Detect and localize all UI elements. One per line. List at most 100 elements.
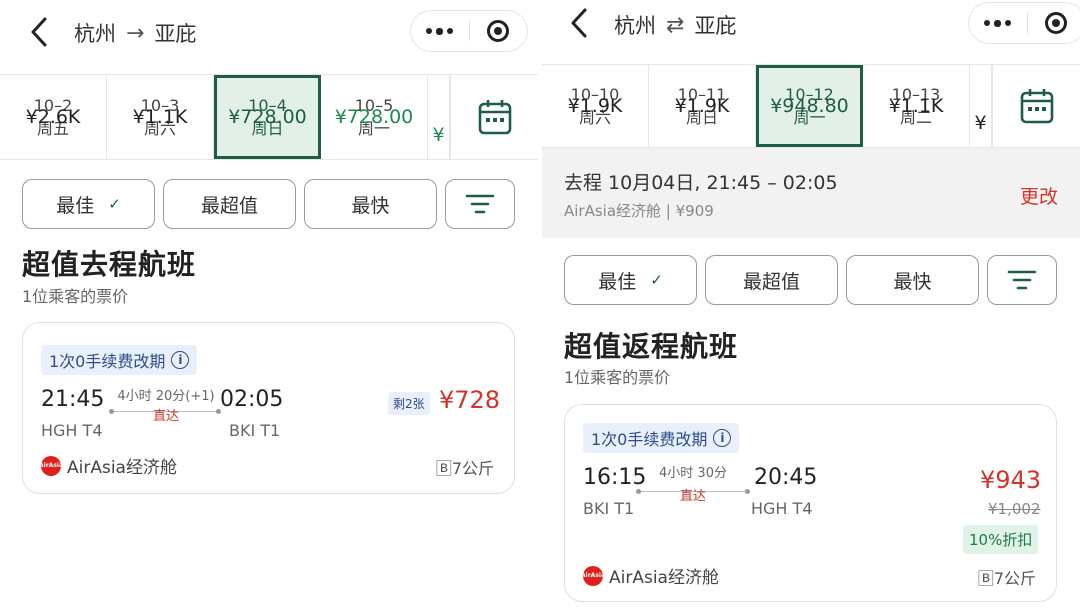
date-price: ¥1.1K [888,94,944,117]
sort-value-button[interactable]: 最超值 [163,179,296,229]
target-icon [487,20,510,42]
flight-price: ¥943 [980,466,1042,494]
round-trip-icon: ⇄ [666,12,685,38]
sort-fastest-label: 最快 [893,270,932,293]
calendar-button[interactable] [450,75,538,159]
flight-duration: 4小时 30分 [659,466,727,481]
date-cell[interactable]: 10–10 周六 ¥1.9K [542,65,649,147]
nav-header: 杭州 → 亚庇 [0,0,538,64]
sort-best-button[interactable]: 最佳 ✓ [564,255,697,305]
filter-button[interactable] [987,255,1057,305]
sort-value-button[interactable]: 最超值 [705,255,838,305]
date-cell[interactable]: 10–5 周一 ¥728.00 [321,75,428,159]
outbound-summary: 去程 10月04日, 21:45 – 02:05 AirAsia经济舱 | ¥9… [542,148,1080,238]
route-title: 杭州 ⇄ 亚庇 [614,10,736,40]
depart-airport: BKI T1 [583,499,635,518]
filter-button[interactable] [445,179,515,229]
direct-label: 直达 [152,409,179,424]
flight-duration: 4小时 20分(+1) [117,389,215,404]
more-dots-icon[interactable] [969,19,1027,27]
more-dots-icon[interactable] [411,27,469,35]
route-title: 杭州 → 亚庇 [74,18,196,48]
check-icon: ✓ [108,195,121,213]
sort-value-label: 最超值 [742,270,800,293]
outbound-screen: 杭州 → 亚庇 10–2 周五 ¥2.6K 10–3 周六 ¥1.1K 10–4… [0,0,538,610]
date-price: ¥728.00 [228,105,307,128]
sort-best-label: 最佳 [56,194,95,217]
date-price: ¥1.1K [132,105,188,128]
mini-program-capsule [968,2,1080,44]
back-button[interactable] [24,15,54,49]
chevron-left-icon [31,17,47,47]
baggage-allowance: 🄱7公斤 [435,459,494,478]
date-cell[interactable]: 10–13 周二 ¥1.1K [863,65,970,147]
return-screen: 杭州 ⇄ 亚庇 10–10 周六 ¥1.9K 10–11 周日 ¥1.9K 10… [542,0,1080,610]
page-subheading: 1位乘客的票价 [22,287,129,306]
direct-label: 直达 [679,489,706,504]
baggage-allowance: 🄱7公斤 [977,569,1036,588]
original-price: ¥1,002 [988,500,1041,518]
chevron-left-icon [571,8,587,38]
date-cell[interactable]: 10–2 周五 ¥2.6K [0,75,107,159]
airline-cabin: AirAsia经济舱 [609,568,719,588]
date-price: ¥948.80 [770,94,849,117]
close-target-button[interactable] [1027,12,1080,34]
date-strip: 10–10 周六 ¥1.9K 10–11 周日 ¥1.9K 10–12 周一 ¥… [542,64,1080,148]
date-cell-selected[interactable]: 10–12 周一 ¥948.80 [756,65,863,147]
mini-program-capsule [410,10,528,52]
reschedule-badge: 1次0手续费改期 i [583,423,740,453]
airasia-logo: AirAsia [581,565,605,586]
arrow-right-icon: → [126,20,145,46]
arrive-time: 02:05 [220,387,284,412]
badge-label: 1次0手续费改期 [591,430,708,449]
origin-city: 杭州 [74,22,116,46]
page-heading: 超值返程航班 [564,330,739,363]
outbound-summary-title: 去程 10月04日, 21:45 – 02:05 [564,172,838,194]
sort-fastest-button[interactable]: 最快 [846,255,979,305]
arrive-time: 20:45 [754,465,818,490]
airline-cabin: AirAsia经济舱 [67,458,177,478]
depart-time: 21:45 [41,387,105,412]
date-price: ¥1.9K [567,94,623,117]
date-price: ¥728.00 [334,105,414,128]
date-price: ¥ [974,112,987,134]
sort-value-label: 最超值 [200,194,258,217]
depart-time: 16:15 [583,465,647,490]
date-price: ¥2.6K [25,105,81,128]
date-cell-partial[interactable]: ¥ [970,65,992,147]
sort-fastest-button[interactable]: 最快 [304,179,437,229]
nav-header: 杭州 ⇄ 亚庇 [542,0,1080,64]
date-cell-partial[interactable]: ¥ [428,75,450,159]
flight-card[interactable]: 1次0手续费改期 i 21:45 HGH T4 4小时 20分(+1) 直达 0… [22,322,515,494]
airline-info: AirAsia AirAsia经济舱 [581,563,719,588]
page-subheading: 1位乘客的票价 [564,368,671,387]
arrive-airport: HGH T4 [751,499,813,518]
airasia-logo: AirAsia [39,455,63,476]
date-cell[interactable]: 10–11 周日 ¥1.9K [649,65,756,147]
date-price: ¥ [432,124,445,146]
badge-label: 1次0手续费改期 [49,352,166,371]
outbound-summary-detail: AirAsia经济舱 | ¥909 [564,202,714,220]
check-icon: ✓ [650,271,663,289]
date-cell[interactable]: 10–3 周六 ¥1.1K [107,75,214,159]
calendar-icon [1020,89,1053,124]
arrive-airport: BKI T1 [229,421,281,440]
flight-card[interactable]: 1次0手续费改期 i 16:15 BKI T1 4小时 30分 直达 20:45… [564,404,1057,602]
airline-info: AirAsia AirAsia经济舱 [39,453,177,478]
info-icon[interactable]: i [713,429,732,447]
info-icon[interactable]: i [171,351,190,369]
calendar-button[interactable] [992,65,1080,147]
origin-city: 杭州 [614,14,656,38]
sort-best-label: 最佳 [598,270,637,293]
discount-badge: 10%折扣 [963,525,1039,554]
date-cell-selected[interactable]: 10–4 周日 ¥728.00 [214,75,321,159]
date-price: ¥1.9K [674,94,730,117]
change-outbound-link[interactable]: 更改 [1020,182,1058,209]
sort-best-button[interactable]: 最佳 ✓ [22,179,155,229]
date-strip: 10–2 周五 ¥2.6K 10–3 周六 ¥1.1K 10–4 周日 ¥728… [0,74,538,160]
close-target-button[interactable] [469,20,527,42]
page-heading: 超值去程航班 [22,248,197,281]
back-button[interactable] [564,6,594,40]
sort-fastest-label: 最快 [351,194,390,217]
calendar-icon [478,100,511,135]
